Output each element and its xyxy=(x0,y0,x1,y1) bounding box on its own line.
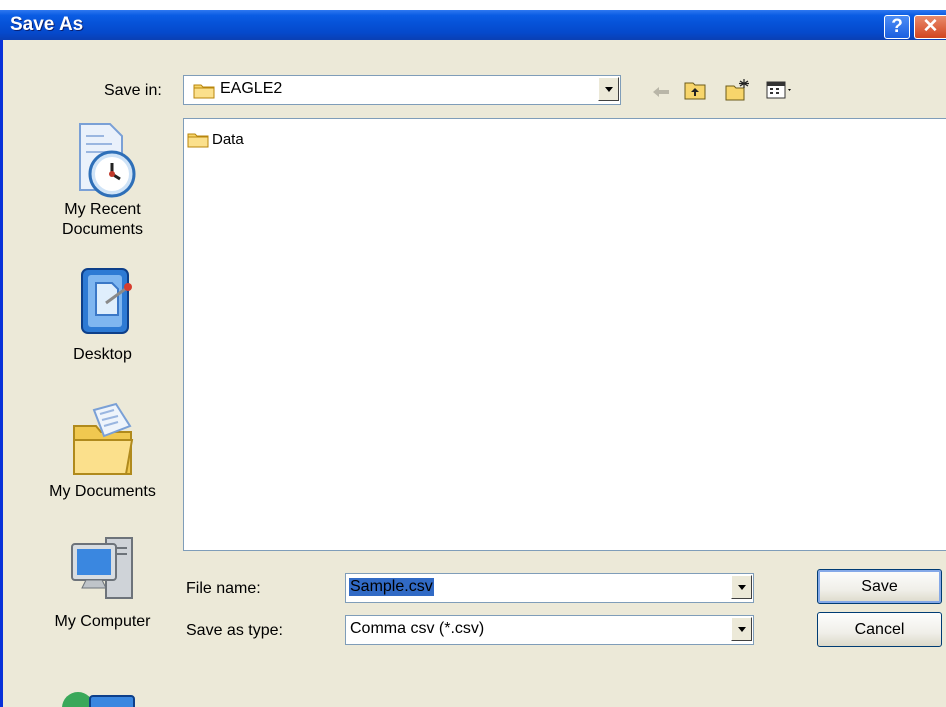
save-in-label: Save in: xyxy=(104,82,162,99)
network-places-icon[interactable] xyxy=(56,682,146,707)
view-menu-icon[interactable] xyxy=(766,80,794,100)
place-recent-documents[interactable]: My Recent Documents xyxy=(40,118,165,240)
recent-documents-icon xyxy=(78,123,135,198)
help-button[interactable]: ? xyxy=(884,15,910,39)
folder-icon xyxy=(193,84,215,99)
chevron-down-icon[interactable] xyxy=(598,77,619,101)
chevron-down-icon[interactable] xyxy=(731,617,752,641)
close-button[interactable]: ✕ xyxy=(914,15,946,39)
page: Save As ? ✕ Save in: EAGLE2 My Recent Do… xyxy=(0,0,946,707)
places-bar: My Recent Documents Desktop My Documents xyxy=(40,118,165,707)
folder-icon xyxy=(187,133,209,147)
up-folder-icon[interactable] xyxy=(683,79,707,101)
save-as-type-value: Comma csv (*.csv) xyxy=(350,620,485,637)
item-name: Data xyxy=(212,131,244,148)
save-as-type-dropdown[interactable]: Comma csv (*.csv) xyxy=(345,615,754,645)
background-strip xyxy=(0,0,946,10)
place-label: Desktop xyxy=(73,346,132,363)
place-label: My Documents xyxy=(49,483,156,500)
save-button[interactable]: Save xyxy=(817,569,942,604)
desktop-icon xyxy=(80,268,132,334)
save-in-dropdown[interactable]: EAGLE2 xyxy=(183,75,621,105)
file-name-input[interactable]: Sample.csv xyxy=(345,573,754,603)
chevron-down-icon[interactable] xyxy=(731,575,752,599)
list-item[interactable]: Data xyxy=(187,131,244,148)
back-icon[interactable] xyxy=(651,84,671,100)
my-documents-icon xyxy=(72,402,133,475)
place-label: My Computer xyxy=(54,613,151,630)
file-list[interactable]: Data xyxy=(183,118,946,551)
save-in-value: EAGLE2 xyxy=(220,80,283,97)
cancel-button[interactable]: Cancel xyxy=(817,612,942,647)
place-label: My Recent xyxy=(64,201,141,218)
title-bar[interactable]: Save As xyxy=(0,10,946,40)
file-name-value: Sample.csv xyxy=(349,578,434,596)
save-as-type-label: Save as type: xyxy=(186,622,283,639)
place-desktop[interactable]: Desktop xyxy=(40,263,165,365)
new-folder-icon[interactable] xyxy=(724,78,750,102)
file-name-label: File name: xyxy=(186,580,261,597)
my-computer-icon xyxy=(70,537,133,599)
place-my-computer[interactable]: My Computer xyxy=(40,530,165,632)
place-label: Documents xyxy=(62,221,143,238)
place-my-documents[interactable]: My Documents xyxy=(40,400,165,502)
dialog-title: Save As xyxy=(10,14,84,35)
